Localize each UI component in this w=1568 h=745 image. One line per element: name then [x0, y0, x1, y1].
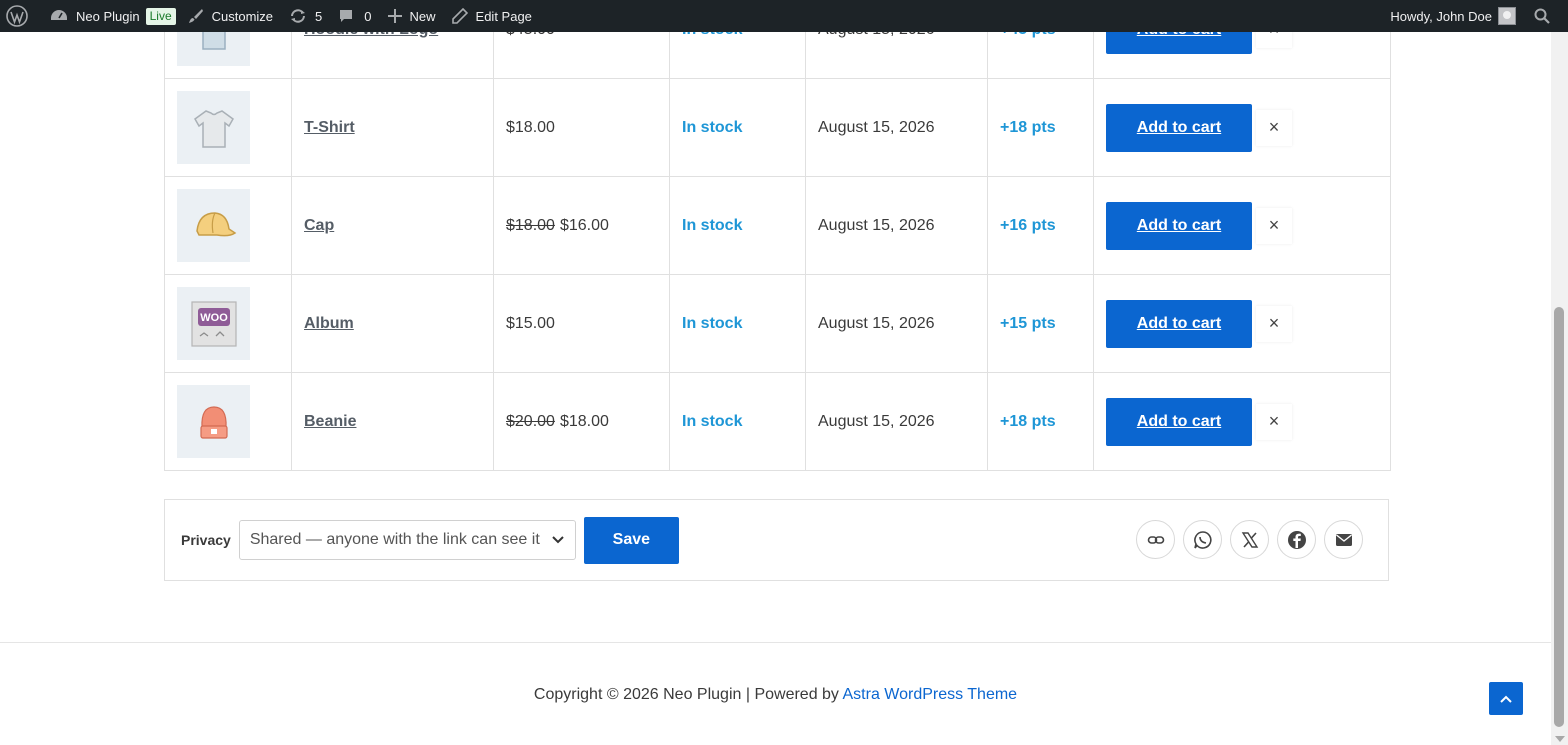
table-row: Beanie $20.00 $18.00 In stock August 15, …: [164, 372, 1391, 471]
account-menu[interactable]: Howdy, John Doe: [1382, 0, 1526, 32]
points-badge: +15 pts: [1000, 314, 1056, 332]
comments-link[interactable]: 0: [330, 0, 379, 32]
share-icons: [1128, 520, 1363, 559]
svg-text:WOO: WOO: [200, 312, 228, 324]
edit-page-label: Edit Page: [475, 8, 532, 24]
live-badge: Live: [145, 7, 176, 25]
pencil-icon: [451, 8, 468, 24]
close-icon: ×: [1268, 313, 1280, 333]
points-badge: +16 pts: [1000, 216, 1056, 234]
remove-item-button[interactable]: ×: [1256, 109, 1292, 146]
dashboard-icon: [51, 10, 67, 20]
close-icon: ×: [1268, 117, 1280, 137]
product-name-link[interactable]: T-Shirt: [304, 119, 355, 136]
new-content-menu[interactable]: New: [380, 0, 444, 32]
page-scrollbar[interactable]: [1551, 32, 1568, 745]
email-share-button[interactable]: [1324, 520, 1363, 559]
updates-count: 5: [315, 8, 323, 24]
table-row: T-Shirt $18.00 In stock August 15, 2026 …: [164, 78, 1391, 177]
product-price: $18.00: [559, 412, 609, 430]
wishlist-table-wrap: Hoodie with Logo $45.00 In stock August …: [164, 0, 1391, 471]
add-to-cart-button[interactable]: Add to cart: [1106, 103, 1252, 152]
site-name-menu[interactable]: Neo Plugin Live: [36, 0, 184, 32]
stock-status: In stock: [682, 412, 743, 430]
customize-label: Customize: [211, 8, 274, 24]
x-share-button[interactable]: [1230, 520, 1269, 559]
email-icon: [1335, 533, 1352, 546]
customize-link[interactable]: Customize: [184, 0, 281, 32]
copyright-text: Copyright © 2026 Neo Plugin | Powered by: [533, 686, 843, 703]
link-icon: [1147, 535, 1164, 544]
wishlist-table: Hoodie with Logo $45.00 In stock August …: [164, 0, 1391, 471]
close-icon: ×: [1268, 411, 1280, 431]
remove-item-button[interactable]: ×: [1256, 207, 1292, 244]
new-label: New: [409, 8, 436, 24]
tshirt-image[interactable]: [177, 91, 250, 164]
product-name-link[interactable]: Cap: [304, 217, 334, 234]
privacy-selected-value: Shared — anyone with the link can see it: [249, 531, 540, 548]
product-old-price: $18.00: [506, 216, 555, 234]
facebook-share-button[interactable]: [1277, 520, 1316, 559]
scrollbar-thumb[interactable]: [1554, 307, 1564, 727]
close-icon: ×: [1268, 215, 1280, 235]
privacy-select[interactable]: Shared — anyone with the link can see it: [238, 520, 576, 560]
add-to-cart-button[interactable]: Add to cart: [1106, 299, 1252, 348]
privacy-label: Privacy: [181, 532, 231, 548]
add-to-cart-button[interactable]: Add to cart: [1106, 201, 1252, 250]
chevron-down-icon: [552, 536, 564, 544]
add-to-cart-button[interactable]: Add to cart: [1106, 397, 1252, 446]
brush-icon: [188, 9, 203, 23]
plus-icon: [387, 9, 402, 23]
updates-icon: [291, 9, 306, 23]
whatsapp-icon: [1193, 530, 1212, 549]
product-price: $16.00: [559, 216, 609, 234]
avatar: [1498, 7, 1516, 25]
site-name-label: Neo Plugin: [76, 8, 140, 24]
beanie-image[interactable]: [177, 385, 250, 458]
wishlist-share-bar: Privacy Shared — anyone with the link ca…: [164, 499, 1389, 581]
product-old-price: $20.00: [506, 412, 555, 430]
chevron-up-icon: [1500, 695, 1512, 703]
facebook-icon: [1287, 530, 1306, 549]
remove-item-button[interactable]: ×: [1256, 403, 1292, 440]
points-badge: +18 pts: [1000, 412, 1056, 430]
comment-icon: [340, 10, 353, 22]
stock-status: In stock: [682, 118, 743, 136]
updates-link[interactable]: 5: [281, 0, 330, 32]
remove-item-button[interactable]: ×: [1256, 305, 1292, 342]
search-icon: [1534, 8, 1550, 24]
edit-page-link[interactable]: Edit Page: [444, 0, 540, 32]
footer-copyright: Copyright © 2026 Neo Plugin | Powered by…: [0, 686, 1551, 704]
album-image[interactable]: WOO: [177, 287, 250, 360]
product-name-link[interactable]: Album: [304, 315, 354, 332]
comments-count: 0: [364, 8, 372, 24]
copy-link-button[interactable]: [1136, 520, 1175, 559]
product-price: $15.00: [506, 314, 555, 332]
product-name-link[interactable]: Beanie: [304, 413, 356, 430]
astra-theme-link[interactable]: Astra WordPress Theme: [843, 686, 1018, 703]
x-icon: [1241, 531, 1258, 548]
footer-divider: [0, 642, 1551, 643]
points-badge: +18 pts: [1000, 118, 1056, 136]
date-added: August 15, 2026: [818, 314, 935, 332]
stock-status: In stock: [682, 216, 743, 234]
stock-status: In stock: [682, 314, 743, 332]
date-added: August 15, 2026: [818, 412, 935, 430]
date-added: August 15, 2026: [818, 118, 935, 136]
search-toggle[interactable]: [1526, 0, 1568, 32]
save-button[interactable]: Save: [583, 516, 679, 564]
table-row: Cap $18.00 $16.00 In stock August 15, 202…: [164, 176, 1391, 275]
scroll-down-arrow-icon[interactable]: [1555, 736, 1565, 742]
admin-bar: Neo Plugin Live Customize 5 0 New Edit P…: [0, 0, 1568, 32]
cap-image[interactable]: [177, 189, 250, 262]
whatsapp-share-button[interactable]: [1183, 520, 1222, 559]
scroll-to-top-button[interactable]: [1489, 682, 1523, 715]
wordpress-logo-icon[interactable]: [0, 0, 36, 32]
date-added: August 15, 2026: [818, 216, 935, 234]
product-price: $18.00: [506, 118, 555, 136]
table-row: WOO Album $15.00 In stock August 15, 202…: [164, 274, 1391, 373]
howdy-label: Howdy, John Doe: [1390, 8, 1492, 24]
